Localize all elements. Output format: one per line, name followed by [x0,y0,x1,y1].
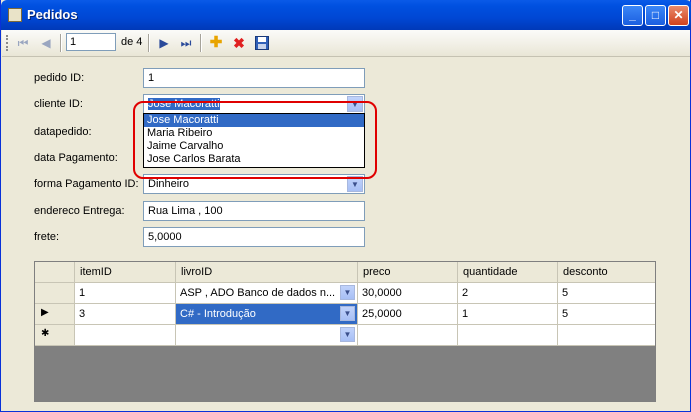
row-header-new[interactable]: ✱ [35,325,75,346]
forma-pagamento-label: forma Pagamento ID: [34,178,139,190]
pedidos-window: Pedidos _ □ ✕ ⏮ ◀ 1 de 4 ▶ ⏭ ✚ ✖ pedido … [0,0,691,412]
add-new-icon[interactable]: ✚ [207,34,225,52]
binding-navigator: ⏮ ◀ 1 de 4 ▶ ⏭ ✚ ✖ [2,30,690,57]
move-first-icon[interactable]: ⏮ [14,34,32,52]
title-bar[interactable]: Pedidos _ □ ✕ [1,0,691,30]
column-header-livroid[interactable]: livroID [176,262,358,283]
cliente-id-label: cliente ID: [34,98,83,110]
column-header-preco[interactable]: preco [358,262,458,283]
separator [200,34,202,52]
column-header-quantidade[interactable]: quantidade [458,262,558,283]
count-label: de 4 [121,36,143,48]
cell-livroid[interactable]: ASP , ADO Banco de dados n... ▼ [176,283,358,304]
chevron-down-icon[interactable]: ▼ [340,285,355,300]
cell-itemid[interactable]: 3 [75,304,176,325]
data-pagamento-label: data Pagamento: [34,152,118,164]
cell-quantidade[interactable]: 1 [458,304,558,325]
row-header-current[interactable]: ▶ [35,304,75,325]
chevron-down-icon[interactable]: ▼ [340,306,355,321]
move-previous-icon[interactable]: ◀ [37,34,55,52]
endereco-entrega-label: endereco Entrega: [34,205,125,217]
frete-field[interactable]: 5,0000 [143,227,365,247]
cell-quantidade[interactable]: 2 [458,283,558,304]
move-last-icon[interactable]: ⏭ [177,34,195,52]
cell-livroid-text: C# - Introdução [180,308,256,320]
frete-label: frete: [34,231,60,243]
cell-livroid-text: ASP , ADO Banco de dados n... [180,287,336,299]
minimize-button[interactable]: _ [622,5,643,26]
maximize-button[interactable]: □ [645,5,666,26]
separator [60,34,62,52]
form-icon [8,8,22,22]
cell-quantidade[interactable] [458,325,558,346]
window-title: Pedidos [27,7,78,22]
column-header-itemid[interactable]: itemID [75,262,176,283]
endereco-entrega-field[interactable]: Rua Lima , 100 [143,201,365,221]
separator [148,34,150,52]
pedido-id-label: pedido ID: [34,72,85,84]
position-input[interactable]: 1 [66,33,116,51]
datapedido-label: datapedido: [34,126,92,138]
corner-header[interactable] [35,262,75,283]
cell-desconto[interactable]: 5 [558,304,655,325]
close-button[interactable]: ✕ [668,5,689,26]
save-icon[interactable] [253,34,271,52]
move-next-icon[interactable]: ▶ [155,34,173,52]
cell-livroid-selected[interactable]: C# - Introdução ▼ [176,304,358,325]
cell-desconto[interactable]: 5 [558,283,655,304]
forma-pagamento-value: Dinheiro [148,178,189,190]
cell-itemid[interactable] [75,325,176,346]
itens-data-grid[interactable]: itemID livroID preco quantidade desconto… [34,261,656,402]
cell-livroid[interactable]: ▼ [176,325,358,346]
cell-itemid[interactable]: 1 [75,283,176,304]
pedido-id-field[interactable]: 1 [143,68,365,88]
chevron-down-icon[interactable]: ▼ [340,327,355,342]
column-header-desconto[interactable]: desconto [558,262,655,283]
highlight-annotation [133,101,377,179]
cell-desconto[interactable] [558,325,655,346]
cell-preco[interactable]: 30,0000 [358,283,458,304]
cell-preco[interactable]: 25,0000 [358,304,458,325]
row-header[interactable] [35,283,75,304]
delete-icon[interactable]: ✖ [230,34,248,52]
cell-preco[interactable] [358,325,458,346]
toolstrip-grip[interactable] [6,35,11,51]
